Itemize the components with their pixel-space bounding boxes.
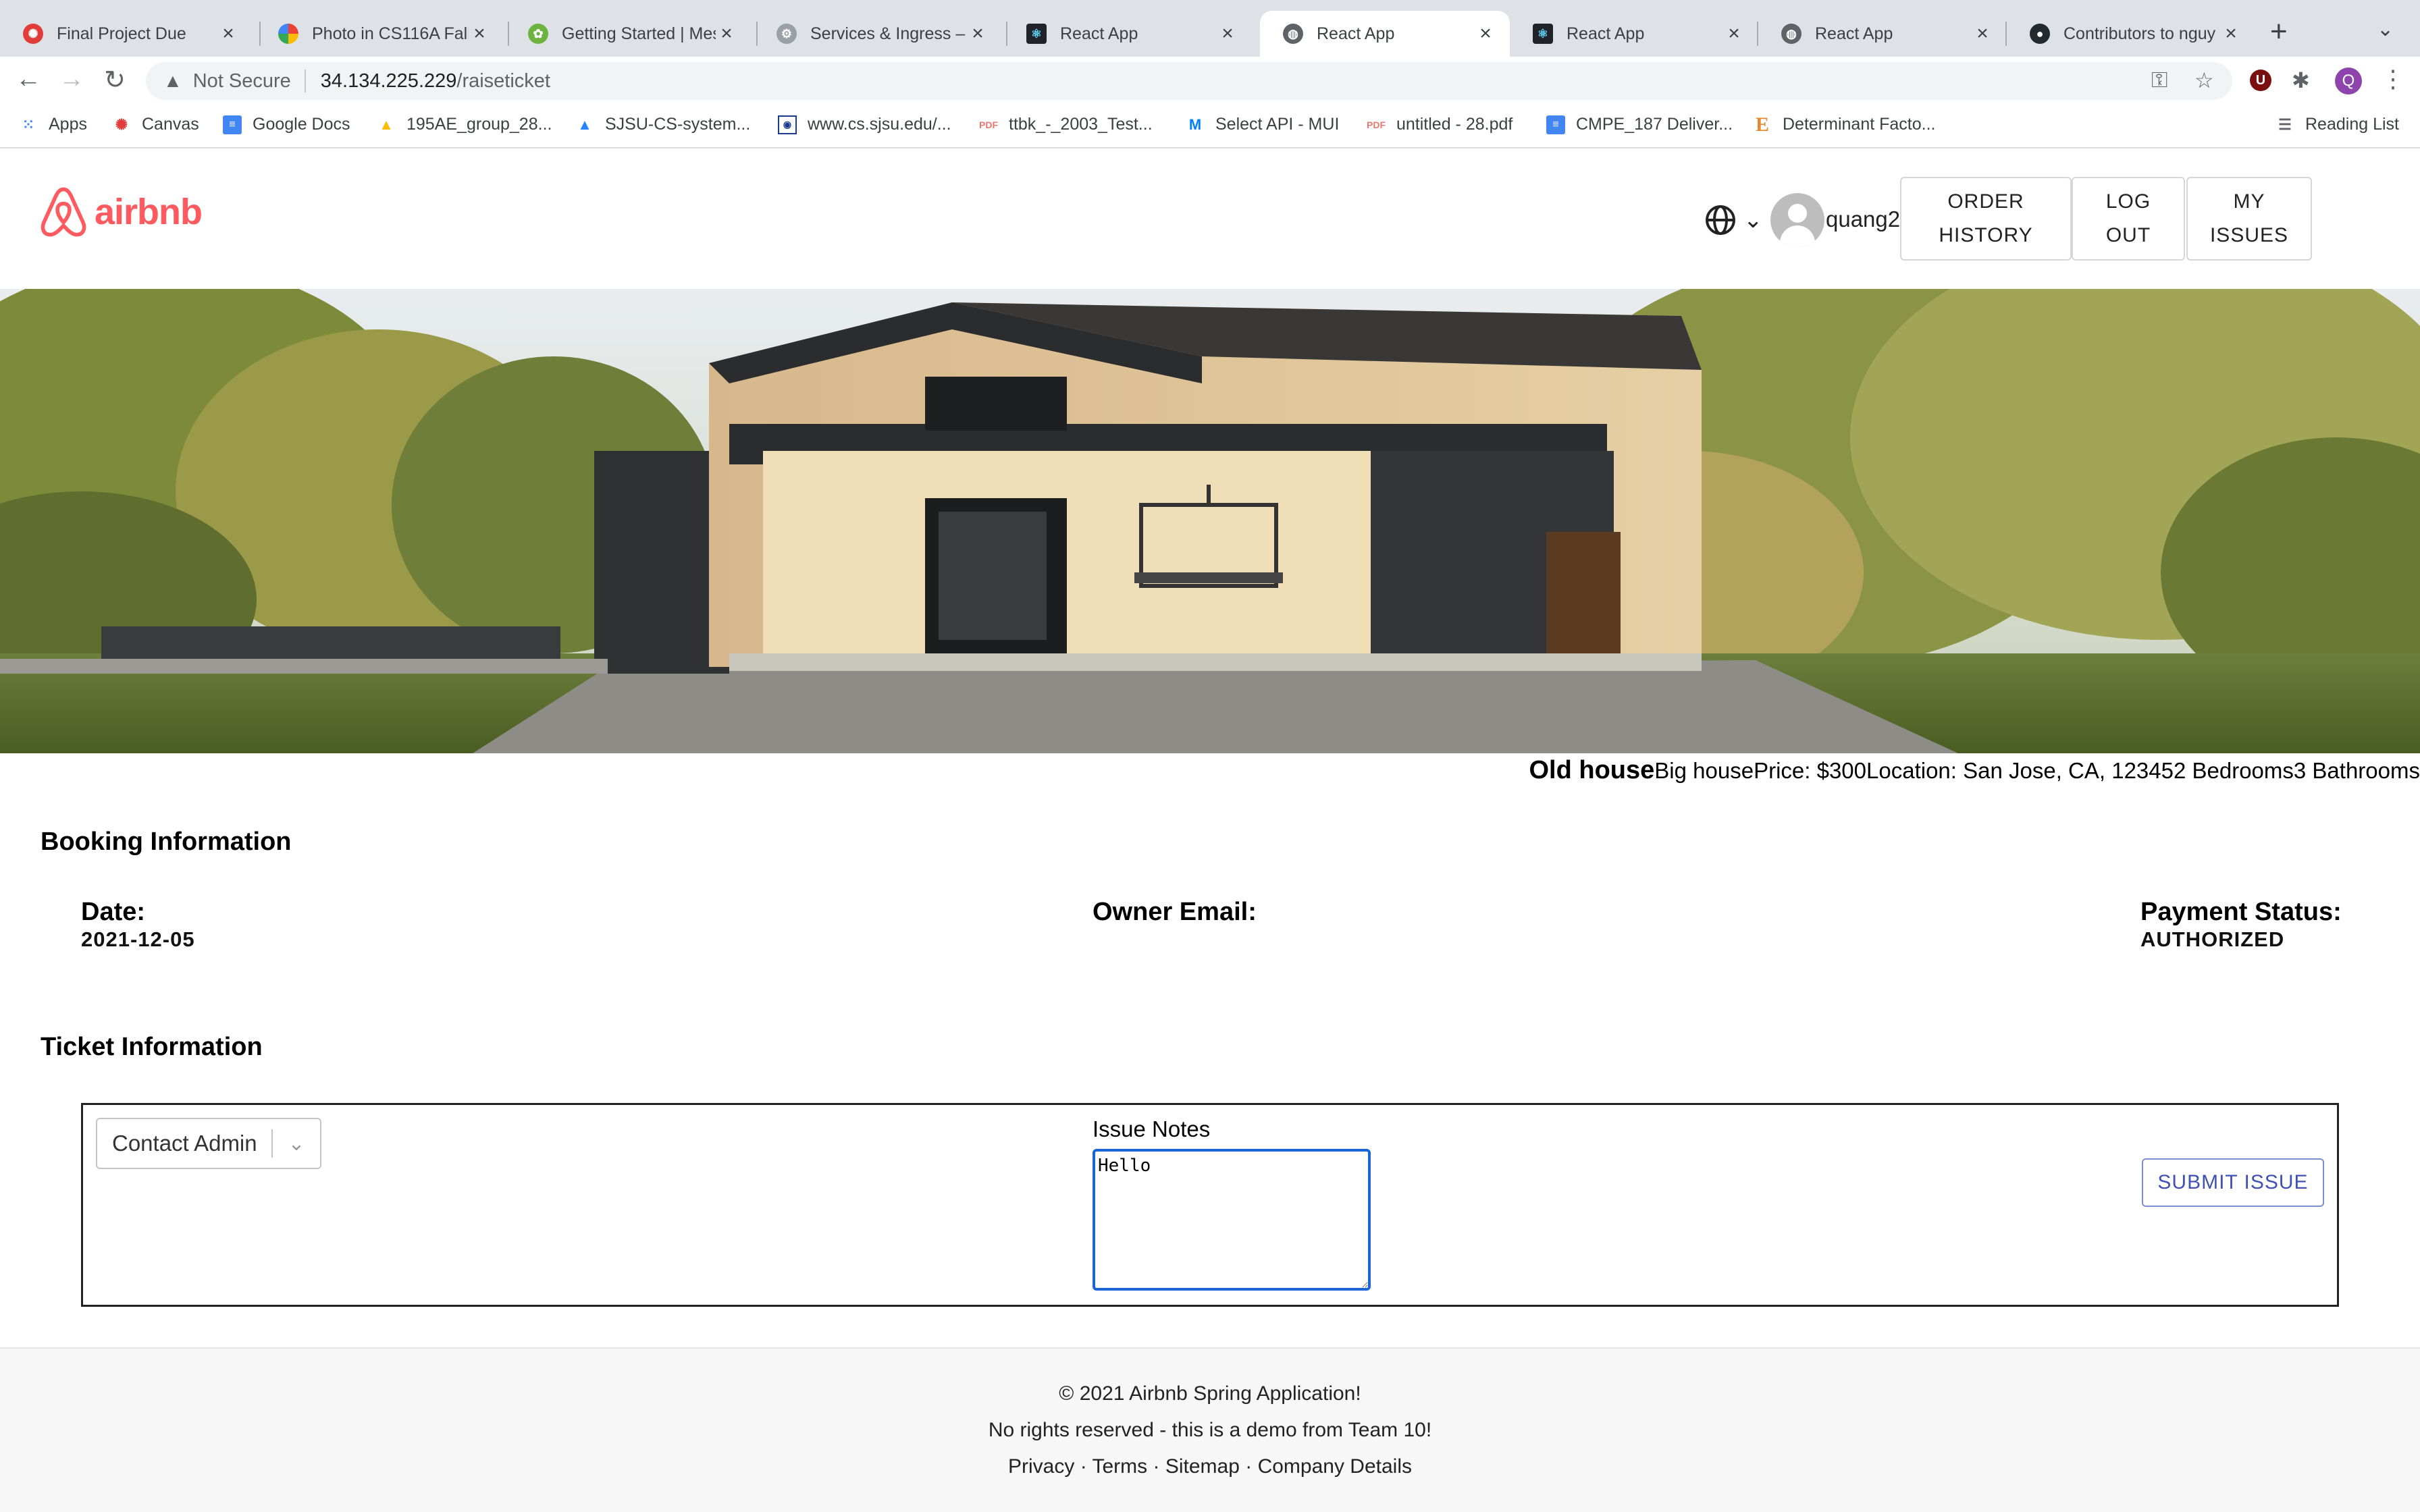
- browser-tab[interactable]: Photo in CS116A Fall ×: [255, 11, 504, 57]
- spring-icon: ✿: [528, 24, 548, 44]
- browser-tab[interactable]: ⚙ Services & Ingress – ×: [754, 11, 1002, 57]
- browser-tab[interactable]: ⚛ React App ×: [1003, 11, 1252, 57]
- tab-search-chevron-icon[interactable]: ⌄: [2377, 18, 2394, 41]
- close-tab-icon[interactable]: ×: [1723, 22, 1745, 45]
- my-issues-button[interactable]: MY ISSUES: [2186, 177, 2312, 261]
- bookmark-google-docs[interactable]: ≡ Google Docs: [223, 115, 350, 134]
- globe-icon: ◍: [1283, 24, 1303, 44]
- ticket-information-title: Ticket Information: [41, 1033, 263, 1061]
- listing-details: Big housePrice: $300Location: San Jose, …: [1654, 758, 2420, 783]
- forward-arrow-icon[interactable]: →: [53, 65, 90, 94]
- close-tab-icon[interactable]: ×: [967, 22, 989, 45]
- chevron-down-icon[interactable]: ⌄: [1743, 207, 1763, 234]
- reload-icon[interactable]: ↻: [96, 65, 134, 95]
- bookmark-cmpe187[interactable]: ≡ CMPE_187 Deliver...: [1546, 115, 1733, 134]
- profile-avatar[interactable]: Q: [2335, 68, 2362, 94]
- react-icon: ⚛: [1533, 24, 1553, 44]
- booking-information-title: Booking Information: [41, 828, 292, 856]
- google-docs-icon: ≡: [1546, 115, 1565, 134]
- submit-issue-button[interactable]: SUBMIT ISSUE: [2142, 1158, 2324, 1207]
- airbnb-belo-icon: [41, 187, 86, 237]
- order-history-button[interactable]: ORDER HISTORY: [1900, 177, 2072, 261]
- e-icon: E: [1755, 113, 1769, 136]
- close-tab-icon[interactable]: ×: [469, 22, 490, 45]
- footer-links: Privacy · Terms · Sitemap · Company Deta…: [1008, 1455, 1412, 1478]
- address-bar[interactable]: ▲ Not Secure 34.134.225.229/raiseticket: [146, 62, 2232, 100]
- footer-link-terms[interactable]: Terms: [1092, 1455, 1147, 1478]
- close-tab-icon[interactable]: ×: [1475, 22, 1496, 45]
- footer-note: No rights reserved - this is a demo from…: [988, 1419, 1432, 1441]
- owner-email-label: Owner Email:: [1093, 898, 1257, 926]
- canvas-icon: ✺: [115, 115, 128, 133]
- atlassian-icon: ▲: [577, 115, 592, 133]
- airbnb-logo[interactable]: airbnb: [39, 186, 203, 238]
- pdf-icon: PDF: [979, 119, 998, 130]
- date-value: 2021-12-05: [81, 927, 195, 951]
- bookmark-sjsu-web[interactable]: ◉ www.cs.sjsu.edu/...: [778, 115, 951, 134]
- browser-tab[interactable]: ● Contributors to nguy ×: [2007, 11, 2255, 57]
- footer-link-privacy[interactable]: Privacy: [1008, 1455, 1074, 1478]
- pdf-icon: PDF: [1367, 119, 1386, 130]
- bookmark-sjsu-cs[interactable]: ▲ SJSU-CS-system...: [575, 115, 750, 134]
- globe-language-icon[interactable]: [1704, 204, 1737, 236]
- issue-notes-label: Issue Notes: [1093, 1116, 1211, 1141]
- chevron-down-icon[interactable]: ⌄: [273, 1132, 320, 1156]
- close-tab-icon[interactable]: ×: [217, 22, 239, 45]
- footer-link-company-details[interactable]: Company Details: [1258, 1455, 1412, 1478]
- browser-tab[interactable]: ◍ React App ×: [1758, 11, 2007, 57]
- reading-list[interactable]: ☰ Reading List: [2276, 115, 2399, 134]
- reading-list-icon: ☰: [2278, 115, 2292, 133]
- close-tab-icon[interactable]: ×: [2220, 22, 2242, 45]
- issue-notes-textarea[interactable]: Hello: [1093, 1149, 1371, 1291]
- bookmark-mui[interactable]: M Select API - MUI: [1186, 115, 1340, 134]
- globe-icon: ◍: [1781, 24, 1801, 44]
- google-drive-icon: ▲: [379, 115, 394, 133]
- react-icon: ⚛: [1026, 24, 1047, 44]
- github-icon: ●: [2030, 24, 2050, 44]
- log-out-button[interactable]: LOG OUT: [2072, 177, 2185, 261]
- warning-triangle-icon: ▲: [163, 70, 182, 91]
- mui-icon: M: [1188, 115, 1202, 133]
- browser-tab[interactable]: ✿ Getting Started | Mes ×: [505, 11, 751, 57]
- footer: © 2021 Airbnb Spring Application! No rig…: [0, 1347, 2420, 1512]
- bookmark-drive[interactable]: ▲ 195AE_group_28...: [377, 115, 552, 134]
- user-avatar[interactable]: [1770, 193, 1824, 247]
- extensions-puzzle-icon[interactable]: ✱: [2292, 68, 2310, 93]
- star-bookmark-icon[interactable]: ☆: [2194, 68, 2214, 93]
- ublock-extension-icon[interactable]: U: [2250, 70, 2271, 91]
- new-tab-icon[interactable]: +: [2270, 15, 2288, 49]
- listing-hero-image: [0, 289, 2420, 753]
- footer-link-sitemap[interactable]: Sitemap: [1165, 1455, 1240, 1478]
- google-photos-icon: [278, 24, 298, 44]
- close-tab-icon[interactable]: ×: [716, 22, 737, 45]
- browser-tab[interactable]: ⚛ React App ×: [1510, 11, 1758, 57]
- bookmark-apps[interactable]: ⁙ Apps: [19, 115, 87, 134]
- browser-tab[interactable]: ✺ Final Project Due ×: [0, 11, 253, 57]
- key-icon[interactable]: ⚿: [2151, 68, 2167, 93]
- bookmark-untitled-pdf[interactable]: PDF untitled - 28.pdf: [1367, 115, 1512, 134]
- bookmark-determinant[interactable]: E Determinant Facto...: [1753, 113, 1936, 136]
- bookmark-ttbk[interactable]: PDF ttbk_-_2003_Test...: [979, 115, 1153, 134]
- close-tab-icon[interactable]: ×: [1972, 22, 1993, 45]
- sjsu-icon: ◉: [778, 115, 797, 134]
- google-docs-icon: ≡: [223, 115, 242, 134]
- issue-type-select[interactable]: Contact Admin ⌄: [96, 1118, 321, 1169]
- apps-grid-icon: ⁙: [22, 115, 35, 133]
- date-label: Date:: [81, 898, 146, 926]
- payment-status-label: Payment Status:: [2140, 898, 2342, 926]
- footer-copyright: © 2021 Airbnb Spring Application!: [1059, 1382, 1361, 1405]
- back-arrow-icon[interactable]: ←: [9, 65, 47, 94]
- close-tab-icon[interactable]: ×: [1217, 22, 1238, 45]
- bookmark-canvas[interactable]: ✺ Canvas: [112, 115, 199, 134]
- listing-name: Old house: [1529, 756, 1655, 784]
- browser-tab-active[interactable]: ◍ React App ×: [1260, 11, 1510, 57]
- listing-summary: Old houseBig housePrice: $300Location: S…: [1529, 756, 2420, 785]
- payment-status-value: AUTHORIZED: [2140, 927, 2285, 951]
- more-vertical-icon[interactable]: ⋮: [2381, 65, 2405, 93]
- username: quang2: [1826, 207, 1901, 232]
- canvas-icon: ✺: [23, 24, 43, 44]
- gke-icon: ⚙: [777, 24, 797, 44]
